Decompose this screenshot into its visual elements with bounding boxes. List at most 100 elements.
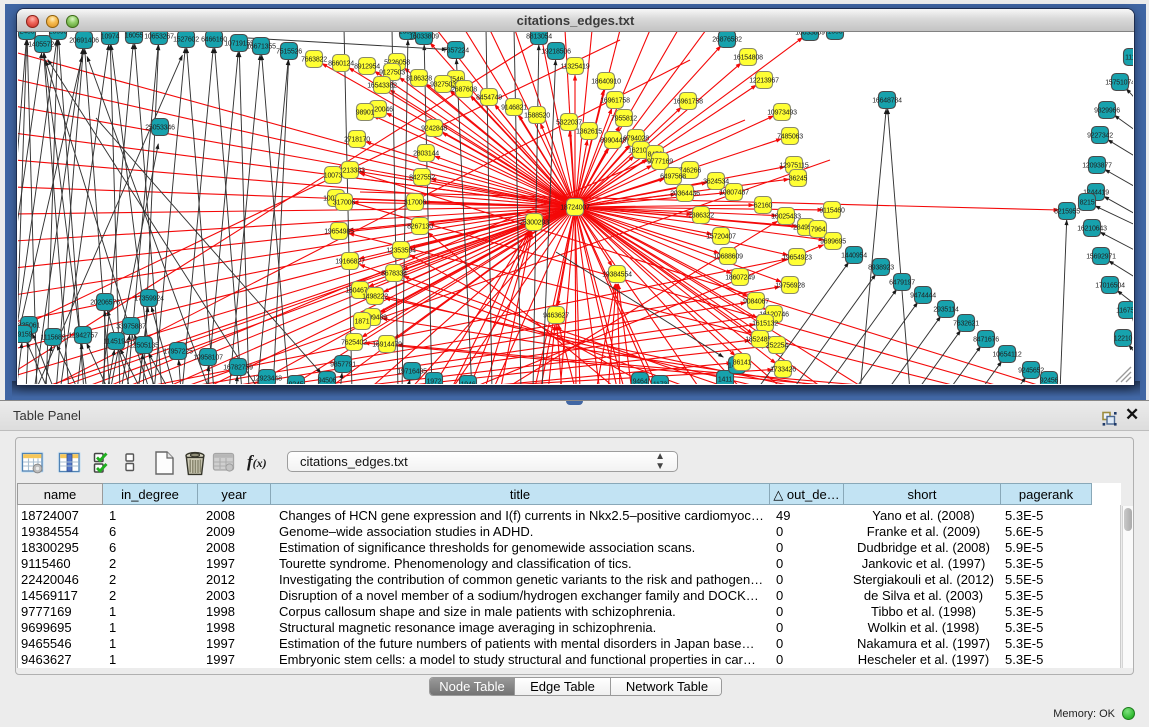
svg-text:2405: 2405 — [20, 32, 35, 36]
svg-text:8215: 8215 — [1080, 200, 1095, 207]
svg-text:15751074: 15751074 — [1105, 80, 1133, 87]
svg-text:16210643: 16210643 — [1077, 226, 1107, 233]
svg-text:18607249: 18607249 — [725, 275, 755, 282]
svg-text:7663822: 7663822 — [301, 57, 327, 64]
svg-text:7485063: 7485063 — [777, 134, 803, 141]
svg-text:25053346: 25053346 — [145, 125, 175, 132]
svg-text:1115689: 1115689 — [41, 335, 66, 342]
svg-text:8427552: 8427552 — [409, 175, 435, 182]
svg-text:14055724: 14055724 — [28, 42, 58, 49]
svg-text:19756928: 19756928 — [775, 283, 805, 290]
svg-text:26876582: 26876582 — [712, 37, 742, 44]
svg-text:1871: 1871 — [355, 319, 370, 326]
svg-text:7632621: 7632621 — [953, 321, 979, 328]
svg-text:20693: 20693 — [49, 32, 68, 36]
svg-text:1946: 1946 — [461, 382, 476, 384]
svg-text:16543382: 16543382 — [367, 83, 397, 90]
svg-text:19166827: 19166827 — [335, 259, 365, 266]
svg-text:16033809: 16033809 — [409, 34, 439, 41]
svg-text:1112: 1112 — [1125, 55, 1133, 62]
svg-text:12213967: 12213967 — [749, 78, 779, 85]
svg-text:16648784: 16648784 — [872, 98, 902, 105]
svg-text:16961758: 16961758 — [673, 99, 703, 106]
svg-text:10974: 10974 — [101, 34, 120, 41]
svg-text:7625402: 7625402 — [341, 340, 367, 347]
svg-text:9245652: 9245652 — [1018, 368, 1044, 375]
svg-text:8267130: 8267130 — [407, 224, 433, 231]
svg-text:12975115: 12975115 — [779, 163, 808, 170]
svg-text:1603: 1603 — [828, 32, 843, 36]
svg-text:17957225: 17957225 — [163, 349, 193, 356]
svg-text:9329966: 9329966 — [1094, 108, 1120, 115]
svg-text:2718170: 2718170 — [344, 137, 370, 144]
svg-text:1498222: 1498222 — [362, 294, 388, 301]
svg-text:9242848: 9242848 — [421, 126, 447, 133]
svg-text:16033809: 16033809 — [795, 32, 825, 37]
svg-text:16914479: 16914479 — [372, 342, 402, 349]
svg-text:20206576: 20206576 — [90, 300, 120, 307]
svg-text:6497568: 6497568 — [660, 174, 686, 181]
svg-text:1440954: 1440954 — [841, 253, 867, 260]
svg-text:7964: 7964 — [811, 227, 826, 234]
svg-text:98901: 98901 — [356, 110, 375, 117]
svg-text:19218506: 19218506 — [541, 49, 571, 56]
svg-text:7357224: 7357224 — [443, 48, 469, 55]
svg-text:8215955: 8215955 — [1054, 209, 1080, 216]
svg-text:17359924: 17359924 — [134, 296, 164, 303]
svg-text:1615132: 1615132 — [752, 321, 778, 328]
svg-text:16961758: 16961758 — [600, 98, 630, 105]
svg-text:9699695: 9699695 — [820, 239, 846, 246]
svg-text:8454749: 8454749 — [476, 95, 502, 102]
svg-text:317006: 317006 — [404, 200, 426, 207]
svg-text:8660124: 8660124 — [328, 61, 354, 68]
svg-text:9245: 9245 — [289, 382, 304, 384]
svg-text:1588520: 1588520 — [524, 113, 550, 120]
svg-text:317006: 317006 — [333, 200, 355, 207]
svg-text:1527602: 1527602 — [173, 37, 199, 44]
svg-text:33975887: 33975887 — [116, 324, 146, 331]
svg-text:10654112: 10654112 — [992, 352, 1021, 359]
svg-text:1173: 1173 — [653, 382, 668, 384]
svg-text:36245: 36245 — [789, 176, 808, 183]
svg-text:10958107: 10958107 — [193, 355, 223, 362]
svg-text:9127503: 9127503 — [379, 70, 405, 77]
svg-text:7955812: 7955812 — [611, 116, 637, 123]
svg-text:15692971: 15692971 — [1086, 254, 1116, 261]
svg-text:2935114: 2935114 — [933, 307, 959, 314]
svg-text:10973493: 10973493 — [767, 110, 797, 117]
svg-text:8938923: 8938923 — [868, 265, 894, 272]
svg-text:12210: 12210 — [1114, 336, 1133, 343]
svg-text:2687608: 2687608 — [451, 87, 477, 94]
svg-text:9227342: 9227342 — [1087, 133, 1113, 140]
svg-text:62160: 62160 — [754, 203, 773, 210]
svg-text:16055: 16055 — [125, 33, 144, 40]
svg-text:2803144: 2803144 — [413, 151, 439, 158]
svg-text:20364436: 20364436 — [670, 191, 700, 198]
svg-text:16671355: 16671355 — [246, 44, 276, 51]
svg-text:9777169: 9777169 — [647, 159, 673, 166]
svg-text:6479197: 6479197 — [889, 280, 915, 287]
svg-text:8678334: 8678334 — [381, 271, 407, 278]
svg-text:19654923: 19654923 — [782, 255, 812, 262]
svg-text:1411: 1411 — [718, 377, 733, 384]
svg-text:15720407: 15720407 — [706, 234, 736, 241]
svg-text:9464: 9464 — [633, 379, 648, 384]
svg-text:39159: 39159 — [18, 332, 33, 339]
svg-text:12505135: 12505135 — [129, 343, 159, 350]
svg-text:17016504: 17016504 — [1095, 283, 1125, 290]
svg-text:8813054: 8813054 — [526, 34, 552, 41]
svg-text:19384554: 19384554 — [602, 272, 632, 279]
svg-text:10807487: 10807487 — [719, 190, 749, 197]
svg-text:116753: 116753 — [1116, 308, 1133, 315]
svg-text:12093877: 12093877 — [1082, 163, 1112, 170]
svg-text:92456: 92456 — [1040, 378, 1059, 384]
svg-text:8186328: 8186328 — [406, 76, 432, 83]
svg-text:5322037: 5322037 — [556, 120, 582, 127]
svg-text:19716485: 19716485 — [397, 369, 427, 376]
svg-text:10653267: 10653267 — [144, 34, 174, 41]
svg-text:3624534: 3624534 — [703, 179, 729, 186]
svg-text:18724007: 18724007 — [560, 205, 590, 212]
svg-text:9146821: 9146821 — [501, 105, 527, 112]
svg-text:19654985: 19654985 — [324, 229, 354, 236]
svg-text:12353594: 12353594 — [386, 248, 416, 255]
